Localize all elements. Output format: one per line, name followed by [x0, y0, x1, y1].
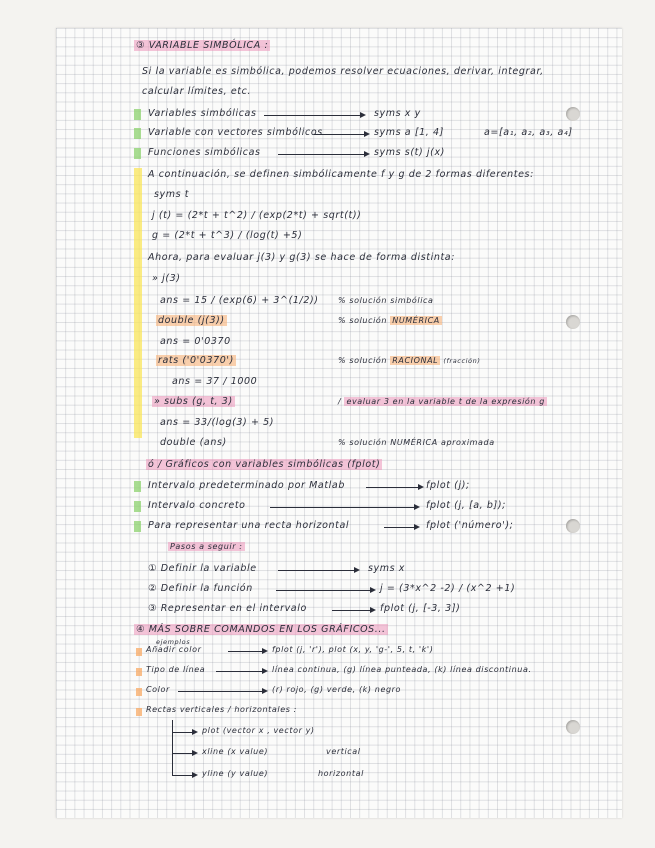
notebook-page: ③ VARIABLE SIMBÓLICA : Si la variable es… [56, 28, 622, 818]
numerica-highlight: NUMÉRICA [390, 316, 442, 325]
rectas-title: Rectas verticales / horizontales : [146, 705, 297, 714]
item-extra: a=[a₁, a₂, a₃, a₄] [484, 127, 573, 138]
arrow-icon [264, 112, 366, 118]
rectas-note: vertical [326, 747, 361, 756]
paso-right: syms x [368, 563, 406, 574]
mas-item-left: Añadir color [146, 645, 202, 654]
graficos-item-left: Intervalo concreto [148, 500, 246, 511]
j3-command: » j(3) [152, 273, 181, 284]
continuation-text: A continuación, se definen simbólicament… [148, 169, 534, 180]
rectas-cmd: yline (y value) [202, 769, 269, 778]
answer-2: ans = 0'0370 [160, 336, 231, 347]
orange-marker [136, 688, 142, 696]
arrow-icon [172, 772, 198, 778]
paso-left: ③ Representar en el intervalo [148, 603, 307, 614]
arrow-icon [216, 668, 268, 674]
arrow-icon [278, 567, 360, 573]
graficos-item-right: fplot (j, [a, b]); [426, 500, 506, 511]
double-command: double (j(3)) [156, 315, 227, 326]
item-left: Funciones simbólicas [148, 147, 261, 158]
green-marker [134, 128, 141, 139]
paso-right: fplot (j, [-3, 3]) [380, 603, 461, 614]
arrow-icon [270, 504, 420, 510]
green-marker [134, 481, 141, 492]
pasos-title: Pasos a seguir : [168, 542, 245, 551]
binder-hole [566, 107, 580, 121]
answer-4: ans = 33/(log(3) + 5) [160, 417, 275, 428]
double-comment-prefix: % solución [338, 316, 388, 325]
arrow-icon [276, 587, 376, 593]
double-ans-command: double (ans) [160, 437, 227, 448]
mas-item-right: línea continua, (g) línea punteada, (k) … [272, 665, 532, 674]
subs-comment-prefix: / [338, 397, 342, 406]
yellow-margin-marker [134, 168, 142, 438]
arrow-icon [314, 131, 370, 137]
mas-item-left: Color [146, 685, 170, 694]
graficos-title: ó / Gráficos con variables simbólicas (f… [146, 459, 383, 470]
arrow-icon [278, 151, 370, 157]
green-marker [134, 521, 141, 532]
answer-1-comment: % solución simbólica [338, 296, 434, 305]
green-marker [134, 109, 141, 120]
binder-hole [566, 315, 580, 329]
f-definition: j (t) = (2*t + t^2) / (exp(2*t) + sqrt(t… [152, 210, 362, 221]
item-right: syms a [1, 4] [374, 127, 444, 138]
item-right: syms s(t) j(x) [374, 147, 445, 158]
bracket-line [172, 720, 173, 776]
orange-marker [136, 708, 142, 716]
section-title-mas-sobre-comandos: ④ MÁS SOBRE COMANDOS EN LOS GRÁFICOS... [134, 624, 388, 635]
arrow-icon [366, 484, 424, 490]
graficos-item-right: fplot (j); [426, 480, 470, 491]
racional-highlight: RACIONAL [390, 356, 441, 365]
syms-t: syms t [154, 189, 190, 200]
item-left: Variable con vectores simbólicos [148, 127, 323, 138]
rectas-cmd: xline (x value) [202, 747, 269, 756]
item-right: syms x y [374, 108, 421, 119]
binder-hole [566, 720, 580, 734]
mas-item-left: Tipo de línea [146, 665, 206, 674]
paso-left: ② Definir la función [148, 583, 253, 594]
subs-command: » subs (g, t, 3) [152, 396, 235, 407]
subs-comment-highlight: evaluar 3 en la variable t de la expresi… [344, 397, 547, 406]
orange-marker [136, 648, 142, 656]
arrow-icon [172, 729, 198, 735]
rats-comment-suffix: (fracción) [443, 357, 481, 365]
green-marker [134, 148, 141, 159]
answer-3: ans = 37 / 1000 [172, 376, 258, 387]
subs-command-highlight: » subs (g, t, 3) [152, 396, 235, 407]
rats-comment-prefix: % solución [338, 356, 388, 365]
arrow-icon [332, 607, 376, 613]
rectas-note: horizontal [318, 769, 364, 778]
rats-command: rats ('0'0370') [156, 355, 236, 366]
arrow-icon [172, 750, 198, 756]
paso-left: ① Definir la variable [148, 563, 257, 574]
binder-hole [566, 519, 580, 533]
mas-item-right: fplot (j, 'r'), plot (x, y, 'g-', 5, t, … [272, 645, 434, 654]
paso-right: j = (3*x^2 -2) / (x^2 +1) [380, 583, 516, 594]
evaluation-text: Ahora, para evaluar j(3) y g(3) se hace … [148, 252, 456, 263]
g-definition: g = (2*t + t^3) / (log(t) +5) [152, 230, 303, 241]
mas-item-right: (r) rojo, (g) verde, (k) negro [272, 685, 402, 694]
answer-1: ans = 15 / (exp(6) + 3^(1/2)) [160, 295, 319, 306]
double-comment: % solución NUMÉRICA [338, 316, 442, 325]
arrow-icon [384, 524, 420, 530]
intro-line-1: Si la variable es simbólica, podemos res… [142, 66, 544, 77]
section-title-variable-simbolica: ③ VARIABLE SIMBÓLICA : [134, 40, 271, 51]
orange-marker [136, 668, 142, 676]
graficos-item-left: Para representar una recta horizontal [148, 520, 350, 531]
rats-comment: % solución RACIONAL (fracción) [338, 356, 480, 365]
subs-comment: / evaluar 3 en la variable t de la expre… [338, 397, 547, 406]
graficos-item-right: fplot ('número'); [426, 520, 514, 531]
arrow-icon [228, 648, 268, 654]
rectas-cmd: plot (vector x , vector y) [202, 726, 315, 735]
item-left: Variables simbólicas [148, 108, 257, 119]
arrow-icon [178, 688, 268, 694]
double-ans-comment: % solución NUMÉRICA aproximada [338, 438, 495, 447]
green-marker [134, 501, 141, 512]
graficos-item-left: Intervalo predeterminado por Matlab [148, 480, 345, 491]
intro-line-2: calcular límites, etc. [142, 86, 252, 97]
